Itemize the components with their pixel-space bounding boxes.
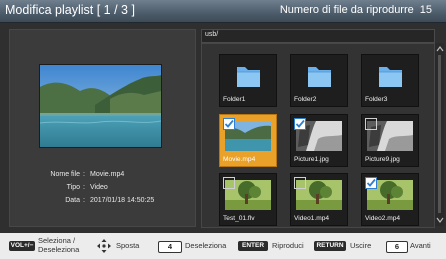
tile-thumbnail — [296, 61, 342, 91]
info-value: Video — [90, 184, 108, 191]
file-tile[interactable]: Test_01.flv — [219, 173, 277, 226]
file-tile[interactable]: Video2.mp4 — [361, 173, 419, 226]
info-colon: : — [83, 171, 85, 178]
checkbox-checked-icon[interactable] — [294, 118, 306, 130]
tile-label: Test_01.flv — [223, 215, 255, 222]
scroll-down-icon[interactable] — [436, 216, 444, 224]
tile-label: Folder3 — [365, 96, 388, 103]
info-colon: : — [83, 184, 85, 191]
file-tile[interactable]: Video1.mp4 — [290, 173, 348, 226]
tile-thumbnail — [225, 61, 271, 91]
file-info-list: Nome file: Movie.mp4 Tipo: Video Data:2017/0… — [10, 171, 195, 210]
current-path: usb/ — [205, 31, 219, 38]
tile-label: Folder1 — [223, 96, 246, 103]
file-tile[interactable]: Folder1 — [219, 54, 277, 107]
move-label: Sposta — [116, 241, 140, 250]
file-grid: Folder1 Folder2 Folder3 Movie.mp4 Picture1.j… — [201, 43, 435, 228]
title-text: Modifica playlist — [5, 3, 94, 17]
enter-key: ENTER — [238, 241, 268, 251]
exit-label: Uscire — [350, 241, 372, 250]
select-label-2: Deseleziona — [38, 245, 80, 254]
file-tile[interactable]: Picture1.jpg — [290, 114, 348, 167]
tile-thumbnail — [367, 61, 413, 91]
tile-label: Movie.mp4 — [223, 156, 256, 163]
return-key: RETURN — [314, 241, 346, 251]
file-tile[interactable]: Movie.mp4 — [219, 114, 277, 167]
path-bar: usb/ — [201, 29, 435, 43]
info-label: Nome file — [50, 171, 80, 178]
scrollbar[interactable] — [434, 43, 444, 226]
folder-icon — [308, 67, 331, 87]
play-label: Riproduci — [272, 241, 304, 250]
page-title: Modifica playlist [ 1 / 3 ] — [5, 3, 135, 17]
info-label: Data — [65, 197, 80, 204]
info-colon: : — [83, 197, 85, 204]
checkbox-empty-icon[interactable] — [223, 177, 235, 189]
tile-label: Picture1.jpg — [294, 156, 329, 163]
info-row: Data:2017/01/18 14:50:25 — [10, 197, 195, 210]
file-tile[interactable]: Picture9.jpg — [361, 114, 419, 167]
checkbox-empty-icon[interactable] — [365, 118, 377, 130]
header-bar: Modifica playlist [ 1 / 3 ] Numero di fi… — [0, 0, 446, 23]
folder-icon — [379, 67, 402, 87]
info-label: Tipo — [66, 184, 80, 191]
playlist-editor-screen: Modifica playlist [ 1 / 3 ] Numero di fi… — [0, 0, 446, 259]
file-count-value: 15 — [419, 4, 432, 16]
dpad-icon — [97, 239, 111, 253]
folder-icon — [237, 67, 260, 87]
vol-key: VOL+/− — [9, 241, 35, 251]
lake-landscape-image — [40, 65, 161, 147]
tile-label: Video2.mp4 — [365, 215, 401, 222]
file-tile[interactable]: Folder2 — [290, 54, 348, 107]
tile-label: Picture9.jpg — [365, 156, 400, 163]
tile-label: Video1.mp4 — [294, 215, 330, 222]
file-info-panel: Nome file: Movie.mp4 Tipo: Video Data:2017/0… — [9, 29, 196, 227]
key-6: 6 — [386, 241, 408, 253]
page-indicator: [ 1 / 3 ] — [96, 3, 135, 17]
info-value: Movie.mp4 — [90, 171, 125, 178]
file-tile[interactable]: Folder3 — [361, 54, 419, 107]
file-count-label: Numero di file da riprodurre — [279, 4, 414, 16]
info-row: Nome file: Movie.mp4 — [10, 171, 195, 184]
scroll-up-icon[interactable] — [436, 45, 444, 53]
select-label-1: Seleziona / — [38, 236, 76, 245]
key-guide-footer: VOL+/− Seleziona / Deseleziona Sposta 4 … — [0, 233, 446, 259]
info-row: Tipo: Video — [10, 184, 195, 197]
content-area: Nome file: Movie.mp4 Tipo: Video Data:2017/0… — [0, 23, 446, 233]
preview-image — [39, 64, 162, 148]
deselect-label: Deseleziona — [185, 241, 227, 250]
scroll-track[interactable] — [438, 55, 441, 213]
key-4: 4 — [158, 241, 182, 253]
checkbox-empty-icon[interactable] — [294, 177, 306, 189]
file-count: Numero di file da riprodurre 15 — [280, 4, 432, 16]
next-label: Avanti — [410, 241, 431, 250]
info-value: 2017/01/18 14:50:25 — [90, 197, 155, 204]
tile-label: Folder2 — [294, 96, 317, 103]
checkbox-checked-icon[interactable] — [365, 177, 377, 189]
checkbox-checked-icon[interactable] — [223, 118, 235, 130]
